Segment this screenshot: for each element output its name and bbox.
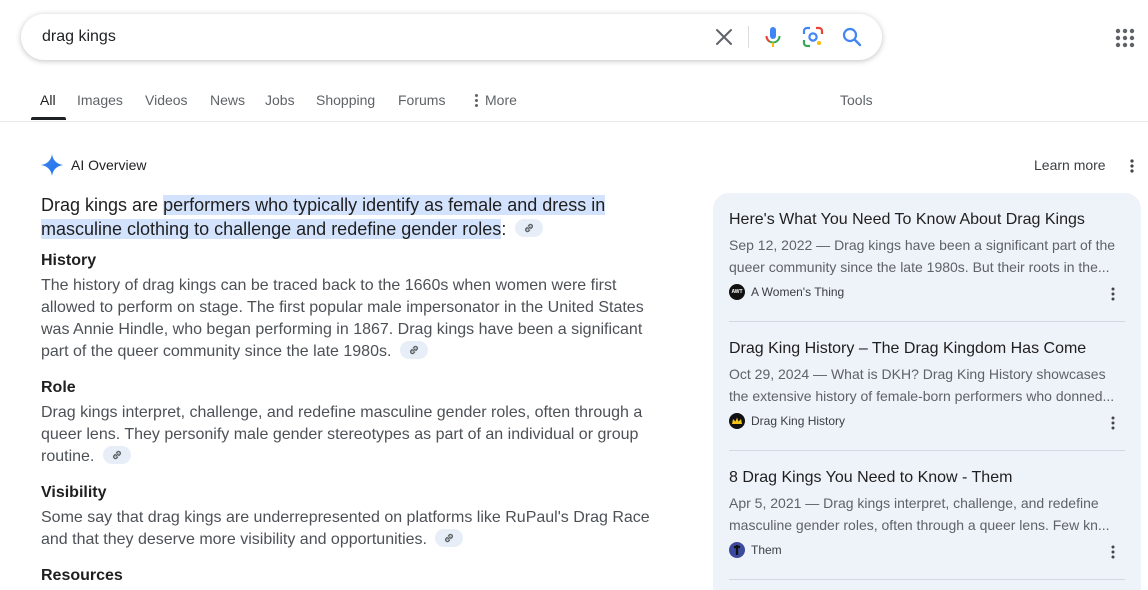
tools-button[interactable]: Tools — [840, 92, 873, 108]
section-role-title: Role — [41, 379, 76, 396]
source-card[interactable]: Drag King History – The Drag Kingdom Has… — [729, 338, 1125, 429]
more-vertical-icon — [475, 93, 478, 107]
site-name: Them — [751, 543, 782, 557]
section-visibility-title: Visibility — [41, 484, 107, 501]
tab-news[interactable]: News — [210, 92, 245, 108]
site-name: Drag King History — [751, 414, 846, 428]
source-title[interactable]: Here's What You Need To Know About Drag … — [729, 209, 1125, 231]
close-icon[interactable] — [712, 25, 736, 49]
section-role-text: Drag kings interpret, challenge, and red… — [41, 404, 643, 465]
citation-link-icon[interactable] — [399, 340, 428, 359]
ai-overview-header: AI Overview — [41, 154, 146, 176]
learn-more-link[interactable]: Learn more — [1034, 157, 1106, 173]
citation-link-icon[interactable] — [102, 445, 131, 464]
source-divider — [729, 321, 1125, 322]
source-divider — [729, 579, 1125, 580]
ai-overview-intro: Drag kings are performers who typically … — [41, 193, 671, 241]
source-divider — [729, 450, 1125, 451]
source-site: Them — [729, 542, 1125, 558]
source-snippet-line: Sep 12, 2022 — Drag kings have been a si… — [729, 237, 1116, 253]
section-history-text: The history of drag kings can be traced … — [41, 277, 644, 360]
tab-forums[interactable]: Forums — [398, 92, 445, 108]
source-title[interactable]: 8 Drag Kings You Need to Know - Them — [729, 467, 1125, 489]
site-name: A Women's Thing — [751, 285, 845, 299]
search-bar — [21, 14, 882, 60]
source-site: Drag King History — [729, 413, 1125, 429]
them-favicon-icon — [729, 542, 745, 558]
tab-more[interactable]: More — [475, 92, 517, 108]
tab-more-label: More — [485, 92, 517, 108]
source-more-icon[interactable] — [1111, 416, 1115, 430]
section-history-body: The history of drag kings can be traced … — [41, 275, 671, 363]
source-card[interactable]: 8 Drag Kings You Need to Know - Them Apr… — [729, 467, 1125, 558]
tab-videos[interactable]: Videos — [145, 92, 188, 108]
ai-overview-content: Drag kings are performers who typically … — [41, 193, 671, 587]
source-card[interactable]: Here's What You Need To Know About Drag … — [729, 209, 1125, 300]
gemini-sparkle-icon — [41, 154, 63, 176]
source-snippet-line: queer community since the late 1980s. Bu… — [729, 259, 1110, 275]
tab-jobs[interactable]: Jobs — [265, 92, 295, 108]
more-options-icon[interactable] — [1130, 159, 1134, 173]
sources-panel: Here's What You Need To Know About Drag … — [713, 193, 1141, 590]
citation-link-icon[interactable] — [515, 219, 544, 238]
apps-grid-icon[interactable] — [1114, 27, 1136, 49]
source-title[interactable]: Drag King History – The Drag Kingdom Has… — [729, 338, 1125, 360]
source-snippet-line: Apr 5, 2021 — Drag kings interpret, chal… — [729, 495, 1099, 511]
section-resources-title: Resources — [41, 567, 123, 584]
search-icon[interactable] — [840, 25, 864, 49]
section-visibility-text: Some say that drag kings are underrepres… — [41, 509, 650, 548]
crown-favicon-icon — [729, 413, 745, 429]
search-tabs: All Images Videos News Jobs Shopping For… — [0, 82, 1148, 122]
source-more-icon[interactable] — [1111, 545, 1115, 559]
search-divider — [748, 26, 749, 48]
intro-suffix: : — [501, 219, 507, 239]
mic-icon[interactable] — [761, 25, 785, 49]
section-visibility-body: Some say that drag kings are underrepres… — [41, 507, 671, 551]
source-snippet-line: masculine gender roles, often through a … — [729, 517, 1110, 533]
search-input[interactable] — [42, 27, 682, 47]
tab-shopping[interactable]: Shopping — [316, 92, 375, 108]
camera-lens-icon[interactable] — [801, 25, 825, 49]
source-snippet-line: the extensive history of female-born per… — [729, 388, 1115, 404]
source-snippet-line: Oct 29, 2024 — What is DKH? Drag King Hi… — [729, 366, 1106, 382]
active-tab-indicator — [31, 117, 66, 120]
tab-images[interactable]: Images — [77, 92, 123, 108]
section-history-title: History — [41, 252, 97, 269]
site-favicon: AWT — [729, 284, 745, 300]
intro-prefix: Drag kings are — [41, 195, 164, 215]
section-role-body: Drag kings interpret, challenge, and red… — [41, 402, 671, 468]
tab-all[interactable]: All — [40, 92, 56, 108]
ai-overview-title: AI Overview — [71, 157, 147, 173]
source-site: AWT A Women's Thing — [729, 284, 1125, 300]
citation-link-icon[interactable] — [435, 528, 464, 547]
source-more-icon[interactable] — [1111, 287, 1115, 301]
